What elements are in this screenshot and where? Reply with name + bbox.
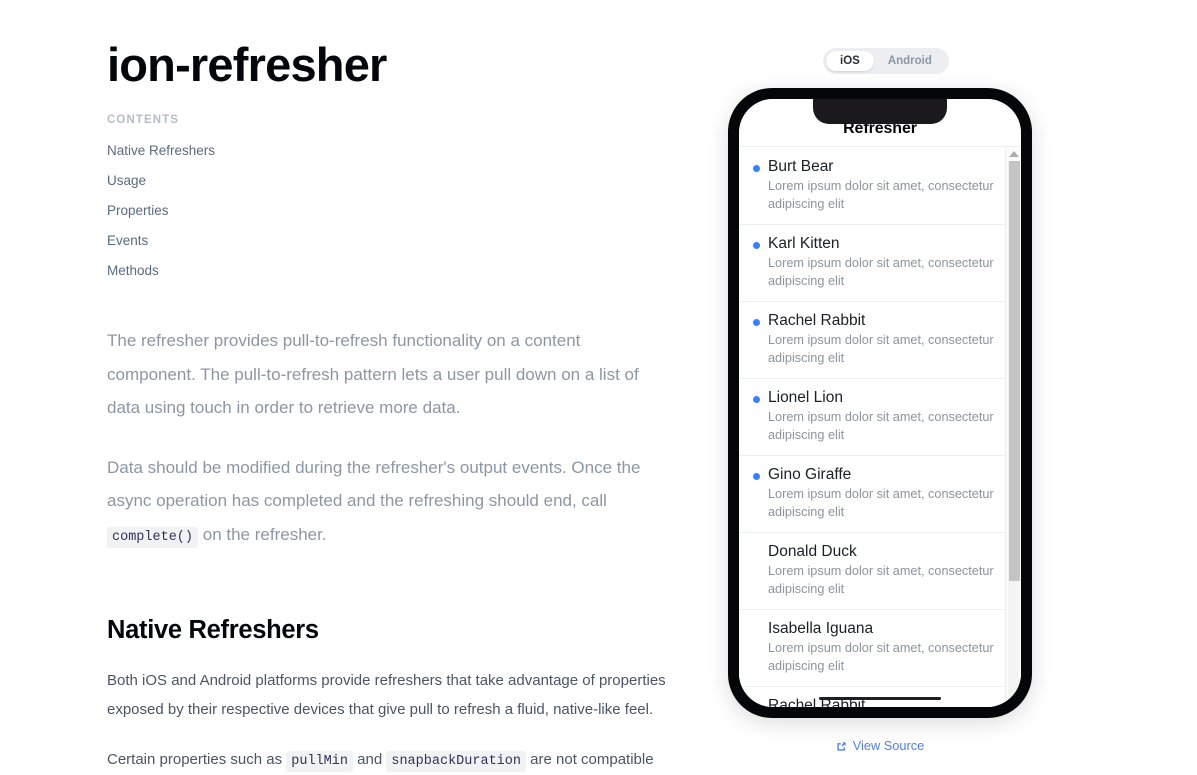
list-item-title: Burt Bear <box>768 158 834 175</box>
section-heading-native-refreshers: Native Refreshers <box>107 616 319 645</box>
contents-link-methods[interactable]: Methods <box>107 263 159 278</box>
list-item-subtitle: Lorem ipsum dolor sit amet, consectetur … <box>768 564 994 596</box>
list-item[interactable]: Gino Giraffe Lorem ipsum dolor sit amet,… <box>739 456 1021 533</box>
list-item-text: Gino Giraffe Lorem ipsum dolor sit amet,… <box>768 465 1007 521</box>
section-paragraph-1: Both iOS and Android platforms provide r… <box>107 672 666 718</box>
list-item-text: Isabella Iguana Lorem ipsum dolor sit am… <box>768 619 1007 675</box>
intro-paragraph-1: The refresher provides pull-to-refresh f… <box>107 331 639 418</box>
list-item[interactable]: Isabella Iguana Lorem ipsum dolor sit am… <box>739 610 1021 687</box>
list-item: Methods <box>107 262 677 280</box>
section-paragraph-2-text-a: Certain properties such as <box>107 751 283 769</box>
intro-paragraph-2-text-a: Data should be modified during the refre… <box>107 457 641 511</box>
unread-dot-icon <box>753 165 760 172</box>
list-item[interactable]: Lionel Lion Lorem ipsum dolor sit amet, … <box>739 379 1021 456</box>
list-item-subtitle: Lorem ipsum dolor sit amet, consectetur … <box>768 179 994 211</box>
view-source-label: View Source <box>852 738 925 753</box>
code-complete: complete() <box>107 526 199 548</box>
unread-dot-icon <box>753 627 760 634</box>
list-item-title: Gino Giraffe <box>768 466 852 483</box>
list-item: Properties <box>107 202 677 220</box>
unread-dot-icon <box>753 704 760 707</box>
list-item[interactable]: Karl Kitten Lorem ipsum dolor sit amet, … <box>739 225 1021 302</box>
list-item-text: Burt Bear Lorem ipsum dolor sit amet, co… <box>768 157 1007 213</box>
platform-toggle[interactable]: iOS Android <box>823 48 949 74</box>
section-paragraph-2-text-b: and <box>357 751 383 769</box>
section-paragraph-2: Certain properties such as pullMin and s… <box>107 746 667 775</box>
list-item-subtitle: Lorem ipsum dolor sit amet, consectetur … <box>768 410 994 442</box>
contents-list: Native Refreshers Usage Properties Event… <box>107 142 677 280</box>
platform-toggle-ios[interactable]: iOS <box>826 51 874 71</box>
unread-dot-icon <box>753 473 760 480</box>
contents-link-properties[interactable]: Properties <box>107 203 169 218</box>
code-snapbackduration: snapbackDuration <box>386 751 526 773</box>
app-content-scroll-area[interactable]: Burt Bear Lorem ipsum dolor sit amet, co… <box>739 148 1021 707</box>
home-indicator <box>819 697 941 700</box>
list-item: Usage <box>107 172 677 190</box>
unread-dot-icon <box>753 242 760 249</box>
unread-dot-icon <box>753 550 760 557</box>
list-item: Native Refreshers <box>107 142 677 160</box>
list-item: Events <box>107 232 677 250</box>
page-title: ion-refresher <box>107 38 387 91</box>
list-item-text: Rachel Rabbit Lorem ipsum dolor sit amet… <box>768 311 1007 367</box>
contents-label: CONTENTS <box>107 114 180 127</box>
list-item-title: Karl Kitten <box>768 235 840 252</box>
list-item-text: Karl Kitten Lorem ipsum dolor sit amet, … <box>768 234 1007 290</box>
code-pullmin: pullMin <box>286 751 353 773</box>
list-item-subtitle: Lorem ipsum dolor sit amet, consectetur … <box>768 641 994 673</box>
list-item[interactable]: Donald Duck Lorem ipsum dolor sit amet, … <box>739 533 1021 610</box>
list-item-text: Donald Duck Lorem ipsum dolor sit amet, … <box>768 542 1007 598</box>
contents-link-events[interactable]: Events <box>107 233 148 248</box>
platform-toggle-android[interactable]: Android <box>874 51 946 71</box>
list-item-title: Rachel Rabbit <box>768 312 866 329</box>
documentation-column: ion-refresher CONTENTS Native Refreshers… <box>107 0 677 775</box>
list-item-title: Lionel Lion <box>768 389 843 406</box>
list-item-title: Isabella Iguana <box>768 620 874 637</box>
intro-paragraph-2-text-b: on the refresher. <box>202 524 327 544</box>
external-link-icon <box>836 740 847 751</box>
phone-screen: Refresher Burt Bear Lorem ipsum dolor si… <box>739 99 1021 707</box>
contents-link-usage[interactable]: Usage <box>107 173 146 188</box>
list-item-text: Lionel Lion Lorem ipsum dolor sit amet, … <box>768 388 1007 444</box>
scrollbar-thumb[interactable] <box>1008 161 1020 581</box>
app-scrollbar[interactable] <box>1005 148 1021 707</box>
intro-paragraph-2: Data should be modified during the refre… <box>107 451 667 555</box>
refresher-item-list: Burt Bear Lorem ipsum dolor sit amet, co… <box>739 148 1021 707</box>
phone-frame: Refresher Burt Bear Lorem ipsum dolor si… <box>728 88 1032 718</box>
list-item[interactable]: Burt Bear Lorem ipsum dolor sit amet, co… <box>739 148 1021 225</box>
phone-notch <box>813 99 947 124</box>
unread-dot-icon <box>753 319 760 326</box>
page-root: ion-refresher CONTENTS Native Refreshers… <box>0 0 1197 775</box>
list-item-title: Donald Duck <box>768 543 857 560</box>
view-source-link[interactable]: View Source <box>700 738 1060 753</box>
list-item-subtitle: Lorem ipsum dolor sit amet, consectetur … <box>768 487 994 519</box>
list-item-subtitle: Lorem ipsum dolor sit amet, consectetur … <box>768 333 994 365</box>
contents-link-native-refreshers[interactable]: Native Refreshers <box>107 143 215 158</box>
list-item[interactable]: Rachel Rabbit Lorem ipsum dolor sit amet… <box>739 302 1021 379</box>
unread-dot-icon <box>753 396 760 403</box>
list-item-subtitle: Lorem ipsum dolor sit amet, consectetur … <box>768 256 994 288</box>
scroll-up-arrow-icon[interactable] <box>1008 151 1019 157</box>
